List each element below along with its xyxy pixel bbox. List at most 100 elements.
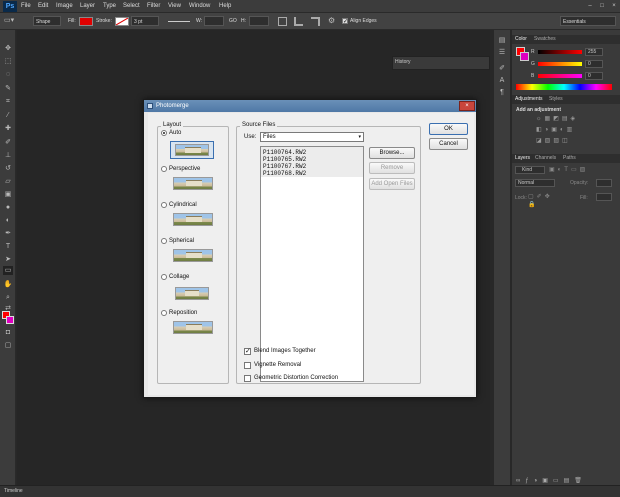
pen-tool-icon[interactable]: ✒ <box>3 229 13 238</box>
menu-filter[interactable]: Filter <box>147 0 160 13</box>
layout-perspective-label[interactable]: Perspective <box>169 166 200 172</box>
type-tool-icon[interactable]: T <box>3 242 13 251</box>
shape-mode-select[interactable]: Shape <box>33 16 61 26</box>
panel-background-swatch[interactable] <box>520 52 529 61</box>
adjustment-icons-row-1[interactable]: ☼▦◩▤◈ <box>536 116 608 122</box>
tab-styles[interactable]: Styles <box>549 95 563 103</box>
tab-color[interactable]: Color <box>515 35 527 43</box>
layout-perspective-radio[interactable] <box>161 166 167 172</box>
quick-mask-icon[interactable]: ◘ <box>3 328 13 337</box>
file-item[interactable]: P1100768.RW2 <box>261 170 363 177</box>
browse-button[interactable]: Browse... <box>369 147 415 159</box>
color-spectrum-bar[interactable] <box>516 84 612 90</box>
tab-layers[interactable]: Layers <box>515 154 530 162</box>
height-field[interactable] <box>249 16 269 26</box>
file-list[interactable]: P1100764.RW2 P1100765.RW2 P1100767.RW2 P… <box>260 146 364 382</box>
layout-collage-label[interactable]: Collage <box>169 274 189 280</box>
timeline-title[interactable]: Timeline <box>4 488 23 494</box>
file-item[interactable]: P1100767.RW2 <box>261 163 363 170</box>
ok-button[interactable]: OK <box>429 123 468 135</box>
background-color-swatch[interactable] <box>6 316 14 324</box>
layout-reposition-label[interactable]: Reposition <box>169 310 197 316</box>
blur-tool-icon[interactable]: ● <box>3 203 13 212</box>
link-dimensions-icon[interactable]: GO <box>229 16 237 26</box>
clone-stamp-tool-icon[interactable]: ⊥ <box>3 151 13 160</box>
align-edges-checkbox[interactable]: ✓ <box>342 18 348 25</box>
layout-auto-radio[interactable] <box>161 130 167 136</box>
geometric-distortion-checkbox[interactable] <box>244 375 251 382</box>
adjustment-icons-row-2[interactable]: ◧◑▣◐▥ <box>536 127 608 133</box>
eraser-tool-icon[interactable]: ▱ <box>3 177 13 186</box>
maximize-icon[interactable]: □ <box>598 2 606 10</box>
remove-button[interactable]: Remove <box>369 162 415 174</box>
tab-adjustments[interactable]: Adjustments <box>515 95 543 103</box>
tab-channels[interactable]: Channels <box>535 154 556 162</box>
cylindrical-thumbnail-image[interactable] <box>173 213 213 226</box>
menu-window[interactable]: Window <box>189 0 210 13</box>
menu-select[interactable]: Select <box>123 0 140 13</box>
hand-tool-icon[interactable]: ✋ <box>3 280 13 289</box>
shape-tool-icon-active[interactable]: ▭ <box>3 266 13 275</box>
blend-images-checkbox[interactable]: ✓ <box>244 348 251 355</box>
layout-reposition-radio[interactable] <box>161 310 167 316</box>
menu-help[interactable]: Help <box>219 0 231 13</box>
menu-layer[interactable]: Layer <box>80 0 95 13</box>
red-value[interactable]: 255 <box>585 48 603 56</box>
character-dock-icon[interactable]: A <box>497 76 507 85</box>
layer-filter-icons[interactable]: ▣◐T▭▨ <box>549 166 609 174</box>
menu-image[interactable]: Image <box>56 0 73 13</box>
history-brush-tool-icon[interactable]: ↺ <box>3 164 13 173</box>
shape-tool-icon[interactable]: ▭▾ <box>4 16 24 27</box>
stroke-width-field[interactable]: 3 pt <box>131 16 159 26</box>
minimize-icon[interactable]: – <box>586 2 594 10</box>
gear-icon[interactable]: ⚙ <box>328 16 337 26</box>
layout-spherical-label[interactable]: Spherical <box>169 238 194 244</box>
path-selection-tool-icon[interactable]: ➤ <box>3 255 13 264</box>
crop-tool-icon[interactable]: ⌗ <box>3 97 13 106</box>
history-dock-icon[interactable]: ▤ <box>497 36 507 45</box>
tab-swatches[interactable]: Swatches <box>534 35 556 43</box>
layout-collage-radio[interactable] <box>161 274 167 280</box>
file-item[interactable]: P1100764.RW2 <box>261 149 363 156</box>
properties-dock-icon[interactable]: ☰ <box>497 48 507 57</box>
screen-mode-icon[interactable]: ▢ <box>3 341 13 350</box>
brush-tool-icon[interactable]: ✐ <box>3 138 13 147</box>
layout-cylindrical-radio[interactable] <box>161 202 167 208</box>
cancel-button[interactable]: Cancel <box>429 138 468 150</box>
layers-footer-icons[interactable]: ∞ƒ◑▣▭▤🗑 <box>512 478 620 485</box>
add-open-files-button[interactable]: Add Open Files <box>369 178 415 190</box>
layer-filter-kind[interactable]: Kind <box>515 166 545 174</box>
dialog-close-button[interactable]: × <box>459 101 475 111</box>
tab-paths[interactable]: Paths <box>563 154 576 162</box>
path-operations-icon[interactable] <box>278 17 287 26</box>
reposition-thumbnail-image[interactable] <box>173 321 213 334</box>
blue-slider[interactable] <box>538 74 582 78</box>
width-field[interactable] <box>204 16 224 26</box>
menu-edit[interactable]: Edit <box>38 0 48 13</box>
opacity-field[interactable] <box>596 179 612 187</box>
use-select[interactable]: Files ▾ <box>260 132 364 142</box>
layout-cylindrical-label[interactable]: Cylindrical <box>169 202 197 208</box>
path-arrangement-icon[interactable] <box>311 17 320 26</box>
move-tool-icon[interactable]: ✥ <box>3 44 13 53</box>
geometric-distortion-label[interactable]: Geometric Distortion Correction <box>254 375 338 381</box>
fill-swatch[interactable] <box>79 17 93 26</box>
quick-select-tool-icon[interactable]: ✎ <box>3 84 13 93</box>
green-slider[interactable] <box>538 62 582 66</box>
brush-dock-icon[interactable]: ✐ <box>497 64 507 73</box>
fill-field[interactable] <box>596 193 612 201</box>
menu-type[interactable]: Type <box>103 0 116 13</box>
blend-mode-select[interactable]: Normal <box>515 179 555 187</box>
stroke-type-icon[interactable] <box>168 21 190 22</box>
vignette-removal-checkbox[interactable] <box>244 362 251 369</box>
zoom-tool-icon[interactable]: ⌕ <box>3 293 13 302</box>
paragraph-dock-icon[interactable]: ¶ <box>497 88 507 97</box>
file-item[interactable]: P1100765.RW2 <box>261 156 363 163</box>
workspace-select[interactable]: Essentials <box>560 16 616 26</box>
layout-spherical-radio[interactable] <box>161 238 167 244</box>
blue-value[interactable]: 0 <box>585 72 603 80</box>
stroke-swatch[interactable] <box>115 17 129 26</box>
blend-images-label[interactable]: Blend Images Together <box>254 348 316 354</box>
vignette-removal-label[interactable]: Vignette Removal <box>254 362 301 368</box>
gradient-tool-icon[interactable]: ▣ <box>3 190 13 199</box>
